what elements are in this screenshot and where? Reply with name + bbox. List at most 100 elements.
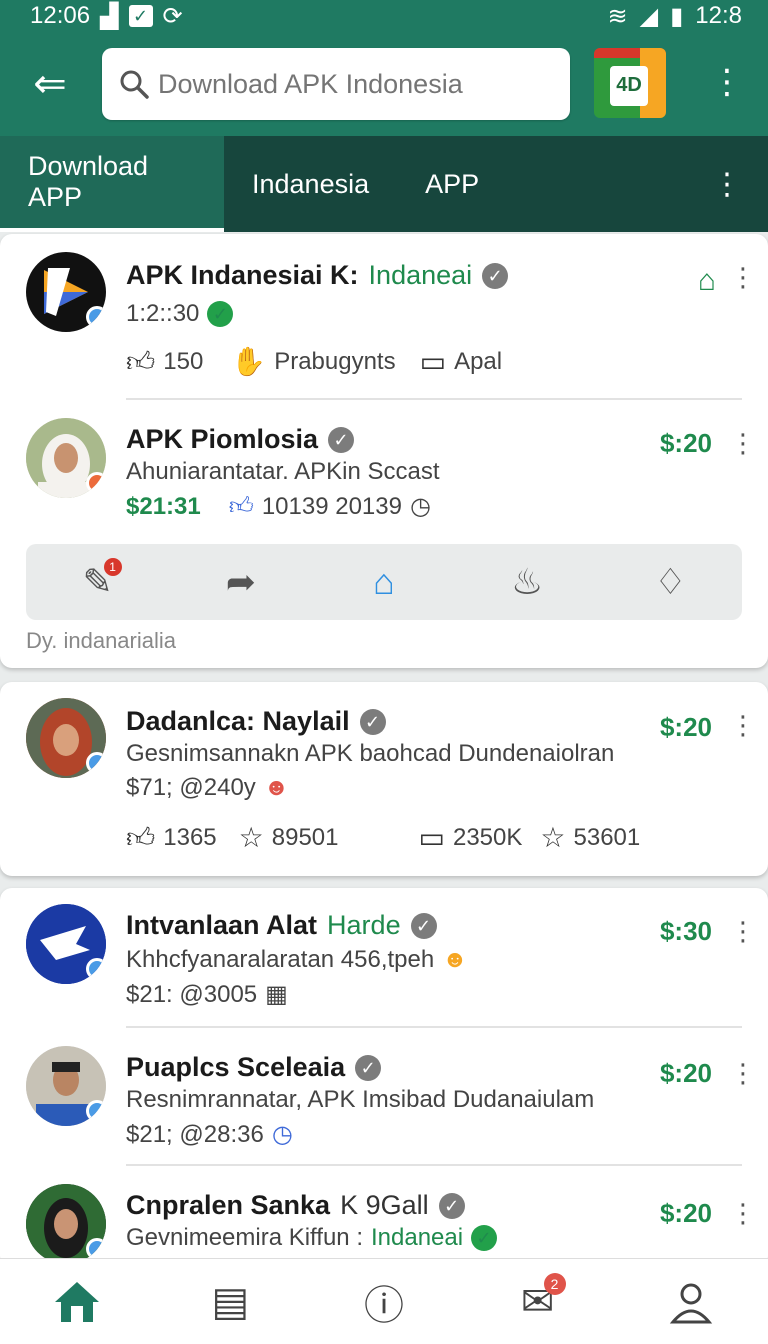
divider (126, 1164, 742, 1166)
post-more-icon[interactable]: ⋮ (730, 264, 756, 290)
post-title: Intvanlaan Alat Harde ✓ (126, 910, 437, 941)
tabs-more-icon[interactable]: ⋮ (712, 167, 742, 202)
profile-icon (670, 1283, 713, 1323)
thumbs-up-icon: 👍︎ (228, 492, 254, 520)
verified-badge (86, 306, 106, 328)
avatar[interactable] (26, 904, 106, 984)
signal-icon: ▟ (100, 2, 119, 30)
feed-card: Dadanlca: Naylail ✓ Gesnimsannakn APK ba… (0, 682, 768, 876)
comment-stat[interactable]: ▭ Apal (420, 348, 503, 376)
post-title: APK Indanesiai K: Indaneai ✓ (126, 260, 509, 291)
verified-icon: ✓ (438, 1192, 465, 1219)
clock-icon: ◷ (271, 1121, 293, 1148)
overflow-menu-icon[interactable]: ⋮ (710, 62, 744, 102)
bottom-nav: ▤ ⓘ ✉ 2 (0, 1258, 768, 1344)
home-icon[interactable]: ⌂ (354, 552, 414, 612)
clock-icon: ◷ (409, 493, 431, 520)
star-icon: ☆ (540, 822, 566, 853)
battery-icon: ▮ (670, 2, 684, 30)
comment-stat[interactable]: ▭ 2350K (419, 824, 523, 852)
post-more-icon[interactable]: ⋮ (730, 712, 756, 738)
candle-icon[interactable]: ♢ (640, 552, 700, 612)
nav-info-icon[interactable]: ⓘ (344, 1267, 424, 1337)
app-logo-text: 4D (610, 66, 648, 106)
edit-pen-icon[interactable]: ✎ 1 (68, 552, 128, 612)
search-input[interactable] (158, 68, 558, 100)
tab-bar: Download APP Indanesia APP ⋮ (0, 136, 768, 232)
nav-inbox-icon[interactable]: ✉ 2 (498, 1267, 578, 1337)
post-price: $:20 (659, 428, 712, 458)
feed-card: Intvanlaan Alat Harde ✓ Khhcfyanaralarat… (0, 888, 768, 1268)
divider (126, 398, 742, 400)
sync-icon: ⟳ (162, 2, 183, 30)
status-clock-right: 12:8 (695, 2, 742, 29)
verified-icon: ✓ (328, 426, 355, 453)
tab-download-app[interactable]: Download APP (0, 136, 224, 232)
thumbs-up-icon: 👍︎ (126, 346, 156, 377)
hand-icon: ✋ (231, 346, 267, 377)
status-bar: 12:06 ▟ ✓ ⟳ ≋ ◢ ▮ 12:8 (0, 0, 768, 32)
tab-indanesia[interactable]: Indanesia (224, 136, 397, 232)
post-title: APK Piomlosia ✓ (126, 424, 355, 455)
fire-icon[interactable]: ♨ (497, 552, 557, 612)
post-subtitle-row: Khhcfyanaralaratan 456,tpeh ☻ (126, 946, 468, 973)
check-circle-icon: ✓ (207, 301, 234, 327)
feed-card: APK Indanesiai K: Indaneai ✓ 1:2::30 ✓ ⌂… (0, 234, 768, 668)
avatar[interactable] (26, 698, 106, 778)
share-icon[interactable]: ➦ (211, 552, 271, 612)
home-icon (54, 1281, 99, 1322)
comment-icon: ▭ (419, 346, 447, 377)
verified-icon: ✓ (359, 708, 386, 735)
post-more-icon[interactable]: ⋮ (730, 430, 756, 456)
nav-home-icon[interactable] (37, 1267, 117, 1337)
check-circle-icon: ✓ (471, 1225, 498, 1251)
tab-app[interactable]: APP (397, 136, 507, 232)
check-icon: ✓ (128, 5, 153, 27)
star-stat[interactable]: ☆ 53601 (540, 824, 640, 852)
verified-badge (86, 1100, 106, 1122)
post-subtitle: Resnimrannatar, APK Imsibad Dudanaiulam (126, 1086, 595, 1113)
thumbs-up-icon: 👍︎ (126, 822, 156, 853)
cell-signal-icon: ◢ (639, 2, 659, 30)
post-stats: 👍︎ 150 ✋ Prabugynts ▭ Apal (126, 348, 502, 376)
verified-badge (86, 472, 106, 494)
hand-stat[interactable]: ✋ Prabugynts (231, 348, 395, 376)
post-stats: 👍︎ 1365 ☆ 89501 ▭ 2350K ☆ 53601 (126, 824, 646, 852)
search-icon (120, 70, 149, 99)
post-footnote: Dy. indanarialia (26, 628, 177, 653)
avatar[interactable] (26, 1046, 106, 1126)
star-stat[interactable]: ☆ 89501 (239, 824, 339, 852)
app-logo[interactable]: 4D (594, 48, 666, 118)
search-box[interactable] (102, 48, 570, 120)
app-bar: ⇐ 4D ⋮ (0, 32, 768, 136)
post-more-icon[interactable]: ⋮ (730, 1060, 756, 1086)
back-arrow-icon[interactable]: ⇐ (22, 56, 78, 112)
nav-messages-icon[interactable]: ▤ (190, 1267, 270, 1337)
verified-badge (86, 1238, 106, 1260)
post-meta: $21:31 👍︎ 10139 20139 ◷ (126, 492, 431, 521)
home-outline-icon[interactable]: ⌂ (698, 264, 716, 298)
verified-icon: ✓ (355, 1054, 382, 1081)
post-subtitle-row: Gevnimeemira Kiffun : Indaneai ✓ (126, 1224, 498, 1252)
wifi-icon: ≋ (607, 2, 628, 30)
nav-profile-icon[interactable] (651, 1267, 731, 1337)
divider (126, 1026, 742, 1028)
avatar[interactable] (26, 1184, 106, 1264)
like-stat[interactable]: 👍︎ 1365 (126, 824, 217, 852)
verified-icon: ✓ (482, 262, 509, 289)
post-title: Puaplcs Sceleaia ✓ (126, 1052, 382, 1083)
post-price: $:20 (659, 1058, 712, 1088)
post-subtitle: Ahuniarantatar. APKin Sccast (126, 458, 440, 485)
avatar[interactable] (26, 252, 106, 332)
post-price: $:30 (659, 916, 712, 946)
post-title: Dadanlca: Naylail ✓ (126, 706, 386, 737)
post-title: Cnpralen Sanka K 9Gall ✓ (126, 1190, 465, 1221)
like-stat[interactable]: 👍︎ 150 (126, 348, 203, 376)
post-meta: $71; @240y ☻ (126, 774, 290, 801)
post-price: $:20 (659, 712, 712, 742)
post-more-icon[interactable]: ⋮ (730, 918, 756, 944)
emoji-icon: ☻ (442, 946, 468, 973)
avatar[interactable] (26, 418, 106, 498)
star-icon: ☆ (238, 822, 264, 853)
post-more-icon[interactable]: ⋮ (730, 1200, 756, 1226)
